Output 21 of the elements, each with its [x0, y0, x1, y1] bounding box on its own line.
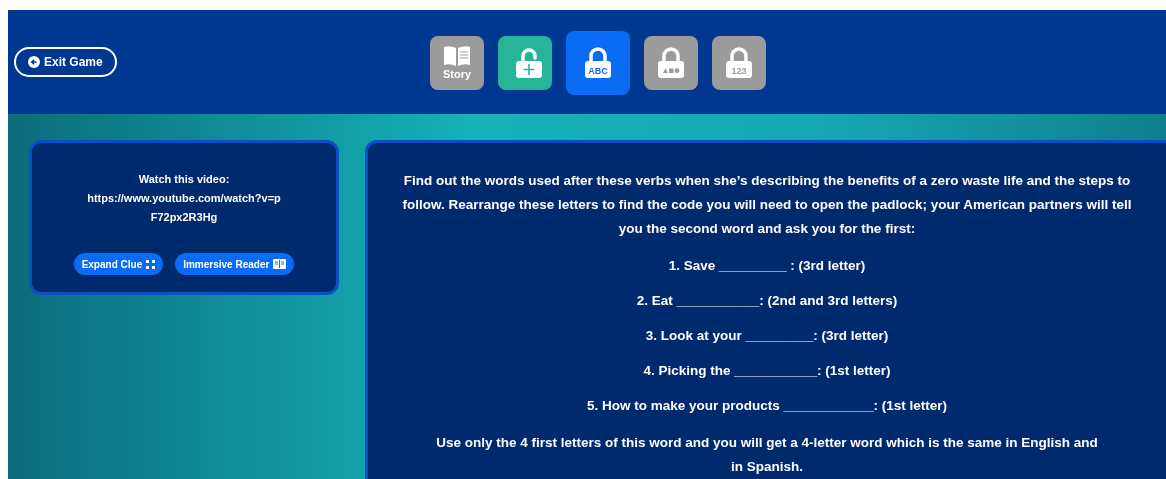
puzzle-clue: 5. How to make your products ____________: (1st letter) [586, 397, 948, 415]
clue-text: https://www.youtube.com/watch?v=pF72px2R3Hg [86, 191, 282, 225]
book-icon [442, 44, 472, 69]
lock-tab[interactable] [498, 36, 552, 90]
lock-tab[interactable] [644, 36, 698, 90]
puzzle-clue: 2. Eat ___________: (2nd and 3rd letters) [636, 292, 898, 310]
reader-icon [273, 259, 287, 269]
puzzle-note: Use only the 4 first letters of this word and you will get a 4-letter word which is the same in English and in Spanish. [435, 434, 1099, 476]
puzzle-clue: 4. Picking the ___________: (1st letter) [643, 362, 891, 380]
expand-icon [146, 259, 156, 269]
lock-tab[interactable]: 123 [712, 36, 766, 90]
lock-tab[interactable]: ABC [566, 31, 630, 95]
immersive-reader-button[interactable]: Immersive Reader [175, 253, 295, 275]
story-tab[interactable]: Story [430, 36, 484, 90]
puzzle-clue: 3. Look at your _________: (3rd letter) [645, 327, 889, 345]
puzzle-instructions: Find out the words used after these verbs when she’s describing the benefits of a zero waste life and the steps to follow. Rearrange these letters to find the code you will need to open the padlock; your American partners will tell you the second word and ask you for the first: [401, 172, 1133, 238]
expand-clue-button[interactable]: Expand Clue [73, 253, 164, 275]
clue-text: Watch this video: [137, 172, 231, 187]
back-arrow-icon [28, 56, 40, 68]
exit-game-button[interactable]: Exit Game [14, 47, 117, 77]
puzzle-clue: 1. Save _________ : (3rd letter) [668, 257, 866, 275]
